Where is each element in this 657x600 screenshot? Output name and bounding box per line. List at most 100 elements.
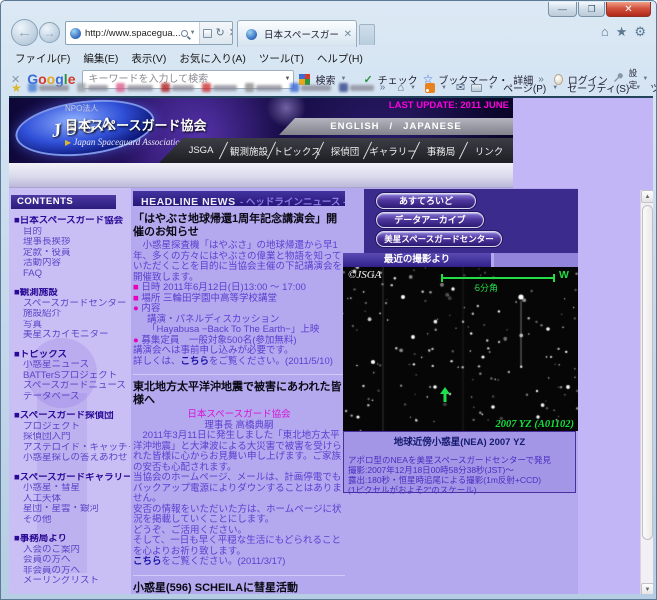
mail-icon[interactable]: ✉: [456, 81, 465, 94]
sidebar-entry[interactable]: 活動内容: [14, 258, 130, 269]
safety-menu[interactable]: セーフティ(S): [567, 80, 629, 95]
sidebar-entry[interactable]: 非会員の方へ: [14, 566, 130, 577]
recent-images-label[interactable]: 最近の撮影より: [343, 253, 491, 267]
sidebar-entry[interactable]: 小惑星ニュース: [14, 360, 130, 371]
sidebar-entry[interactable]: 美星スカイモニター: [14, 330, 130, 341]
url-text[interactable]: http://www.spacegua...: [85, 28, 181, 39]
article-title: 東北地方太平洋沖地震で被害にあわれた皆様へ: [133, 381, 345, 407]
blurred-bookmark[interactable]: [116, 83, 153, 92]
blurred-bookmark[interactable]: [339, 83, 374, 92]
site-nav-item[interactable]: ギャラリー: [369, 144, 417, 158]
blurred-bookmark[interactable]: [28, 83, 69, 92]
sidebar-entry[interactable]: メーリングリスト: [14, 576, 130, 587]
scroll-down-icon[interactable]: ▼: [641, 583, 653, 594]
menu-item[interactable]: 編集(E): [83, 51, 118, 65]
sidebar-entry[interactable]: その他: [14, 515, 130, 526]
address-bar[interactable]: http://www.spacegua... ▼ ↻ ✕: [65, 21, 233, 45]
blurred-bookmark[interactable]: [77, 83, 108, 92]
minimize-button[interactable]: —: [548, 2, 577, 17]
compatibility-view-icon[interactable]: [203, 29, 212, 38]
back-button[interactable]: ←: [11, 19, 38, 46]
site-nav-item[interactable]: 探偵団: [321, 144, 369, 158]
sidebar-entry[interactable]: ■観測施設: [14, 288, 130, 299]
sidebar-entry[interactable]: 星団・星雲・銀河: [14, 504, 130, 515]
blurred-bookmark[interactable]: [245, 83, 282, 92]
feed-dropdown-icon[interactable]: ▼: [441, 85, 447, 91]
scroll-up-icon[interactable]: ▲: [641, 190, 653, 203]
print-icon[interactable]: [471, 84, 482, 92]
sidebar-entry[interactable]: アステロイド・キャッチャー: [14, 443, 130, 454]
rail-button[interactable]: 美星スペースガードセンター: [376, 231, 502, 247]
sidebar-entry[interactable]: 小惑星探しの答えあわせ: [14, 453, 130, 464]
lang-japanese-link[interactable]: JAPANESE: [403, 121, 462, 132]
menu-item[interactable]: 表示(V): [131, 51, 166, 65]
rail-button[interactable]: データアーカイブ: [376, 212, 484, 228]
browser-tab[interactable]: 日本スペースガード協会 ✕: [237, 20, 357, 47]
menu-item[interactable]: ヘルプ(H): [317, 51, 363, 65]
new-tab-button[interactable]: [359, 24, 375, 45]
address-dropdown-icon[interactable]: ▼: [190, 30, 196, 36]
rail-button[interactable]: あすてろいど: [376, 193, 476, 209]
sidebar-entry[interactable]: 探偵団入門: [14, 432, 130, 443]
home-page-icon[interactable]: ⌂: [397, 82, 404, 94]
close-button[interactable]: ✕: [606, 2, 651, 17]
site-nav-item[interactable]: 事務局: [417, 144, 465, 158]
blurred-bookmark[interactable]: [290, 83, 331, 92]
menu-item[interactable]: ファイル(F): [15, 51, 70, 65]
sidebar-entry[interactable]: 入会のご案内: [14, 545, 130, 556]
favorites-star-icon[interactable]: ★: [616, 24, 628, 40]
print-dropdown-icon[interactable]: ▼: [488, 85, 494, 91]
forward-button[interactable]: →: [39, 22, 60, 43]
menu-item[interactable]: お気に入り(A): [179, 51, 246, 65]
page-menu[interactable]: ページ(P): [503, 80, 546, 95]
home-dropdown-icon[interactable]: ▼: [410, 85, 416, 91]
home-icon[interactable]: ⌂: [601, 24, 609, 40]
site-nav-item[interactable]: リンク: [465, 144, 513, 158]
kochira-link[interactable]: こちら: [181, 356, 210, 367]
lang-english-link[interactable]: ENGLISH: [330, 121, 379, 132]
refresh-icon[interactable]: ↻: [216, 28, 225, 38]
sidebar-entry[interactable]: 理事長挨拶: [14, 237, 130, 248]
browser-window: — ❐ ✕ ← → http://www.spacegua... ▼ ↻ ✕ 日…: [0, 0, 657, 600]
sidebar-entry[interactable]: FAQ: [14, 269, 130, 280]
rss-feed-icon[interactable]: [425, 83, 435, 93]
sidebar-entry[interactable]: ■スペースガードギャラリー: [14, 473, 130, 484]
sidebar-entry[interactable]: 写真: [14, 320, 130, 331]
sidebar-entry[interactable]: 施設紹介: [14, 309, 130, 320]
sidebar-entry[interactable]: 小惑星・彗星: [14, 483, 130, 494]
sidebar-entry[interactable]: 目的: [14, 227, 130, 238]
sidebar-entry[interactable]: スペースガードセンター: [14, 299, 130, 310]
sidebar-entry[interactable]: ■事務局より: [14, 534, 130, 545]
stop-icon[interactable]: ✕: [229, 28, 233, 38]
scrollbar-thumb[interactable]: [642, 205, 653, 540]
blurred-bookmark[interactable]: [202, 83, 237, 92]
sidebar-entry[interactable]: 会員の方へ: [14, 555, 130, 566]
sidebar-entry[interactable]: ■トピックス: [14, 350, 130, 361]
sidebar-entry[interactable]: データベース: [14, 392, 130, 403]
settings-gear-icon[interactable]: ⚙: [634, 24, 646, 40]
asteroid-image[interactable]: ©JSGA 5分角 W 2007 YZ (A01102): [343, 267, 578, 431]
sidebar-entry[interactable]: スペースガードニュース: [14, 381, 130, 392]
site-nav-item[interactable]: トピックス: [273, 144, 321, 158]
add-favorite-star-icon[interactable]: ★: [11, 81, 22, 95]
blurred-bookmark[interactable]: [161, 83, 194, 92]
page-dropdown-icon[interactable]: ▼: [552, 85, 558, 91]
tools-menu[interactable]: ツール(O): [650, 80, 657, 95]
site-nav-item[interactable]: JSGA: [177, 145, 225, 156]
site-nav-item[interactable]: 観測施設: [225, 144, 273, 158]
maximize-button[interactable]: ❐: [578, 2, 605, 17]
sidebar-entry[interactable]: プロジェクト: [14, 422, 130, 433]
search-icon[interactable]: [181, 30, 188, 37]
sidebar-entry[interactable]: ■スペースガード探偵団: [14, 411, 130, 422]
sidebar-entry[interactable]: ■日本スペースガード協会: [14, 216, 130, 227]
content-scrollbar[interactable]: ▲ ▼: [640, 190, 653, 594]
tab-close-icon[interactable]: ✕: [344, 29, 352, 40]
sidebar-entry[interactable]: 人工天体: [14, 494, 130, 505]
bookmarks-overflow-icon[interactable]: »: [380, 82, 386, 93]
headline-news-bar: HEADLINE NEWS - ヘッドラインニュース -: [133, 191, 345, 206]
sidebar-entry[interactable]: 定款・役員: [14, 248, 130, 259]
safety-dropdown-icon[interactable]: ▼: [635, 85, 641, 91]
menu-item[interactable]: ツール(T): [259, 51, 304, 65]
kochira-link[interactable]: こちら: [133, 556, 162, 567]
sidebar-entry[interactable]: BATTerSプロジェクト: [14, 371, 130, 382]
